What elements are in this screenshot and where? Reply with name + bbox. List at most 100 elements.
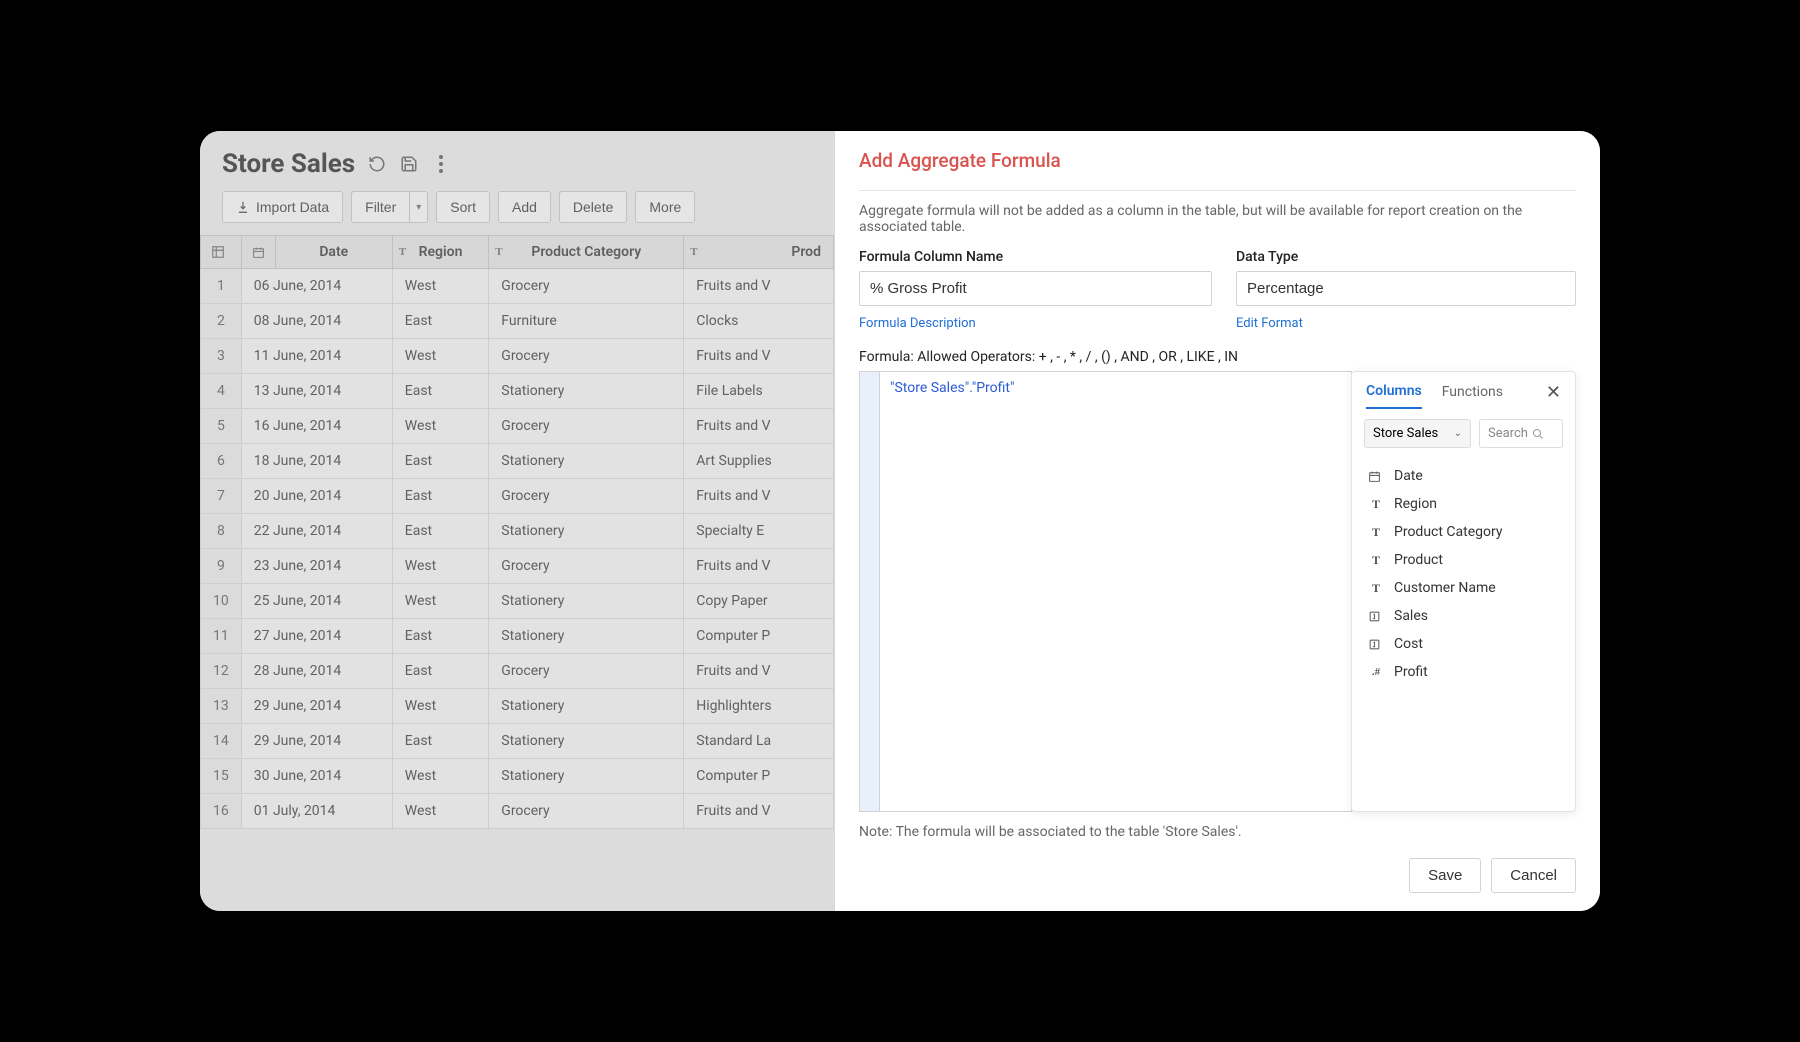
cell-region[interactable]: West: [392, 584, 489, 619]
col-header-product[interactable]: TProd: [684, 236, 834, 269]
cell-date[interactable]: 22 June, 2014: [241, 514, 392, 549]
col-header-category[interactable]: TProduct Category: [489, 236, 684, 269]
cell-product[interactable]: Highlighters: [684, 689, 834, 724]
cell-product[interactable]: Copy Paper: [684, 584, 834, 619]
table-row[interactable]: 1530 June, 2014WestStationeryComputer P: [201, 759, 834, 794]
filter-dropdown-button[interactable]: ▾: [409, 191, 428, 223]
table-row[interactable]: 1025 June, 2014WestStationeryCopy Paper: [201, 584, 834, 619]
formula-name-input[interactable]: [859, 271, 1212, 306]
cell-product[interactable]: Standard La: [684, 724, 834, 759]
cell-product[interactable]: Fruits and V: [684, 549, 834, 584]
cell-category[interactable]: Stationery: [489, 584, 684, 619]
cell-region[interactable]: East: [392, 514, 489, 549]
cell-date[interactable]: 25 June, 2014: [241, 584, 392, 619]
cell-region[interactable]: West: [392, 759, 489, 794]
cell-date[interactable]: 20 June, 2014: [241, 479, 392, 514]
refresh-icon[interactable]: [367, 154, 387, 174]
cell-date[interactable]: 08 June, 2014: [241, 304, 392, 339]
cell-date[interactable]: 18 June, 2014: [241, 444, 392, 479]
table-row[interactable]: 311 June, 2014WestGroceryFruits and V: [201, 339, 834, 374]
cell-region[interactable]: West: [392, 339, 489, 374]
cell-product[interactable]: Clocks: [684, 304, 834, 339]
edit-format-link[interactable]: Edit Format: [1236, 316, 1576, 331]
column-item[interactable]: TRegion: [1352, 490, 1575, 518]
more-icon[interactable]: [431, 154, 451, 174]
table-row[interactable]: 618 June, 2014EastStationeryArt Supplies: [201, 444, 834, 479]
cell-region[interactable]: West: [392, 794, 489, 829]
column-item[interactable]: TProduct: [1352, 546, 1575, 574]
cell-category[interactable]: Grocery: [489, 269, 684, 304]
cell-product[interactable]: Computer P: [684, 619, 834, 654]
column-item[interactable]: TProduct Category: [1352, 518, 1575, 546]
cell-product[interactable]: Fruits and V: [684, 409, 834, 444]
cell-category[interactable]: Stationery: [489, 619, 684, 654]
close-icon[interactable]: ✕: [1546, 382, 1561, 409]
cancel-button[interactable]: Cancel: [1491, 858, 1576, 893]
cell-category[interactable]: Stationery: [489, 759, 684, 794]
cell-date[interactable]: 23 June, 2014: [241, 549, 392, 584]
filter-button[interactable]: Filter: [351, 191, 409, 223]
cell-date[interactable]: 29 June, 2014: [241, 689, 392, 724]
col-header-date[interactable]: Date: [275, 236, 392, 269]
cell-region[interactable]: West: [392, 409, 489, 444]
column-item[interactable]: Date: [1352, 462, 1575, 490]
col-header-region[interactable]: TRegion: [392, 236, 489, 269]
formula-content[interactable]: "Store Sales"."Profit": [880, 372, 1351, 811]
data-table[interactable]: Date TRegion TProduct Category TProd 106…: [200, 235, 834, 829]
table-row[interactable]: 1228 June, 2014EastGroceryFruits and V: [201, 654, 834, 689]
tab-columns[interactable]: Columns: [1366, 383, 1422, 409]
cell-product[interactable]: Computer P: [684, 759, 834, 794]
cell-category[interactable]: Stationery: [489, 444, 684, 479]
cell-product[interactable]: Fruits and V: [684, 339, 834, 374]
tab-functions[interactable]: Functions: [1442, 384, 1503, 408]
cell-category[interactable]: Grocery: [489, 339, 684, 374]
table-row[interactable]: 1127 June, 2014EastStationeryComputer P: [201, 619, 834, 654]
table-row[interactable]: 1429 June, 2014EastStationeryStandard La: [201, 724, 834, 759]
cell-category[interactable]: Stationery: [489, 689, 684, 724]
table-row[interactable]: 1601 July, 2014WestGroceryFruits and V: [201, 794, 834, 829]
more-button[interactable]: More: [635, 191, 695, 223]
column-item[interactable]: Cost: [1352, 630, 1575, 658]
cell-product[interactable]: Art Supplies: [684, 444, 834, 479]
cell-product[interactable]: File Labels: [684, 374, 834, 409]
cell-category[interactable]: Grocery: [489, 479, 684, 514]
cell-category[interactable]: Stationery: [489, 724, 684, 759]
cell-region[interactable]: East: [392, 654, 489, 689]
cell-date[interactable]: 16 June, 2014: [241, 409, 392, 444]
cell-date[interactable]: 11 June, 2014: [241, 339, 392, 374]
formula-description-link[interactable]: Formula Description: [859, 316, 1212, 331]
cell-date[interactable]: 30 June, 2014: [241, 759, 392, 794]
save-icon[interactable]: [399, 154, 419, 174]
table-select[interactable]: Store Sales ⌄: [1364, 419, 1471, 448]
cell-region[interactable]: East: [392, 619, 489, 654]
cell-date[interactable]: 13 June, 2014: [241, 374, 392, 409]
cell-region[interactable]: West: [392, 549, 489, 584]
cell-product[interactable]: Fruits and V: [684, 794, 834, 829]
cell-region[interactable]: East: [392, 444, 489, 479]
sort-button[interactable]: Sort: [436, 191, 490, 223]
cell-category[interactable]: Grocery: [489, 409, 684, 444]
cell-region[interactable]: East: [392, 374, 489, 409]
table-row[interactable]: 106 June, 2014WestGroceryFruits and V: [201, 269, 834, 304]
table-row[interactable]: 822 June, 2014EastStationerySpecialty E: [201, 514, 834, 549]
table-corner[interactable]: [201, 236, 242, 269]
column-search-input[interactable]: Search: [1479, 419, 1563, 448]
delete-button[interactable]: Delete: [559, 191, 627, 223]
cell-region[interactable]: East: [392, 304, 489, 339]
cell-category[interactable]: Grocery: [489, 549, 684, 584]
import-data-button[interactable]: Import Data: [222, 191, 343, 223]
cell-category[interactable]: Stationery: [489, 514, 684, 549]
cell-category[interactable]: Grocery: [489, 654, 684, 689]
column-item[interactable]: TCustomer Name: [1352, 574, 1575, 602]
column-item[interactable]: .#Profit: [1352, 658, 1575, 686]
cell-product[interactable]: Fruits and V: [684, 479, 834, 514]
cell-region[interactable]: West: [392, 269, 489, 304]
cell-region[interactable]: East: [392, 724, 489, 759]
cell-product[interactable]: Fruits and V: [684, 269, 834, 304]
cell-product[interactable]: Fruits and V: [684, 654, 834, 689]
table-row[interactable]: 1329 June, 2014WestStationeryHighlighter…: [201, 689, 834, 724]
cell-category[interactable]: Furniture: [489, 304, 684, 339]
save-button[interactable]: Save: [1409, 858, 1481, 893]
cell-category[interactable]: Grocery: [489, 794, 684, 829]
table-row[interactable]: 720 June, 2014EastGroceryFruits and V: [201, 479, 834, 514]
